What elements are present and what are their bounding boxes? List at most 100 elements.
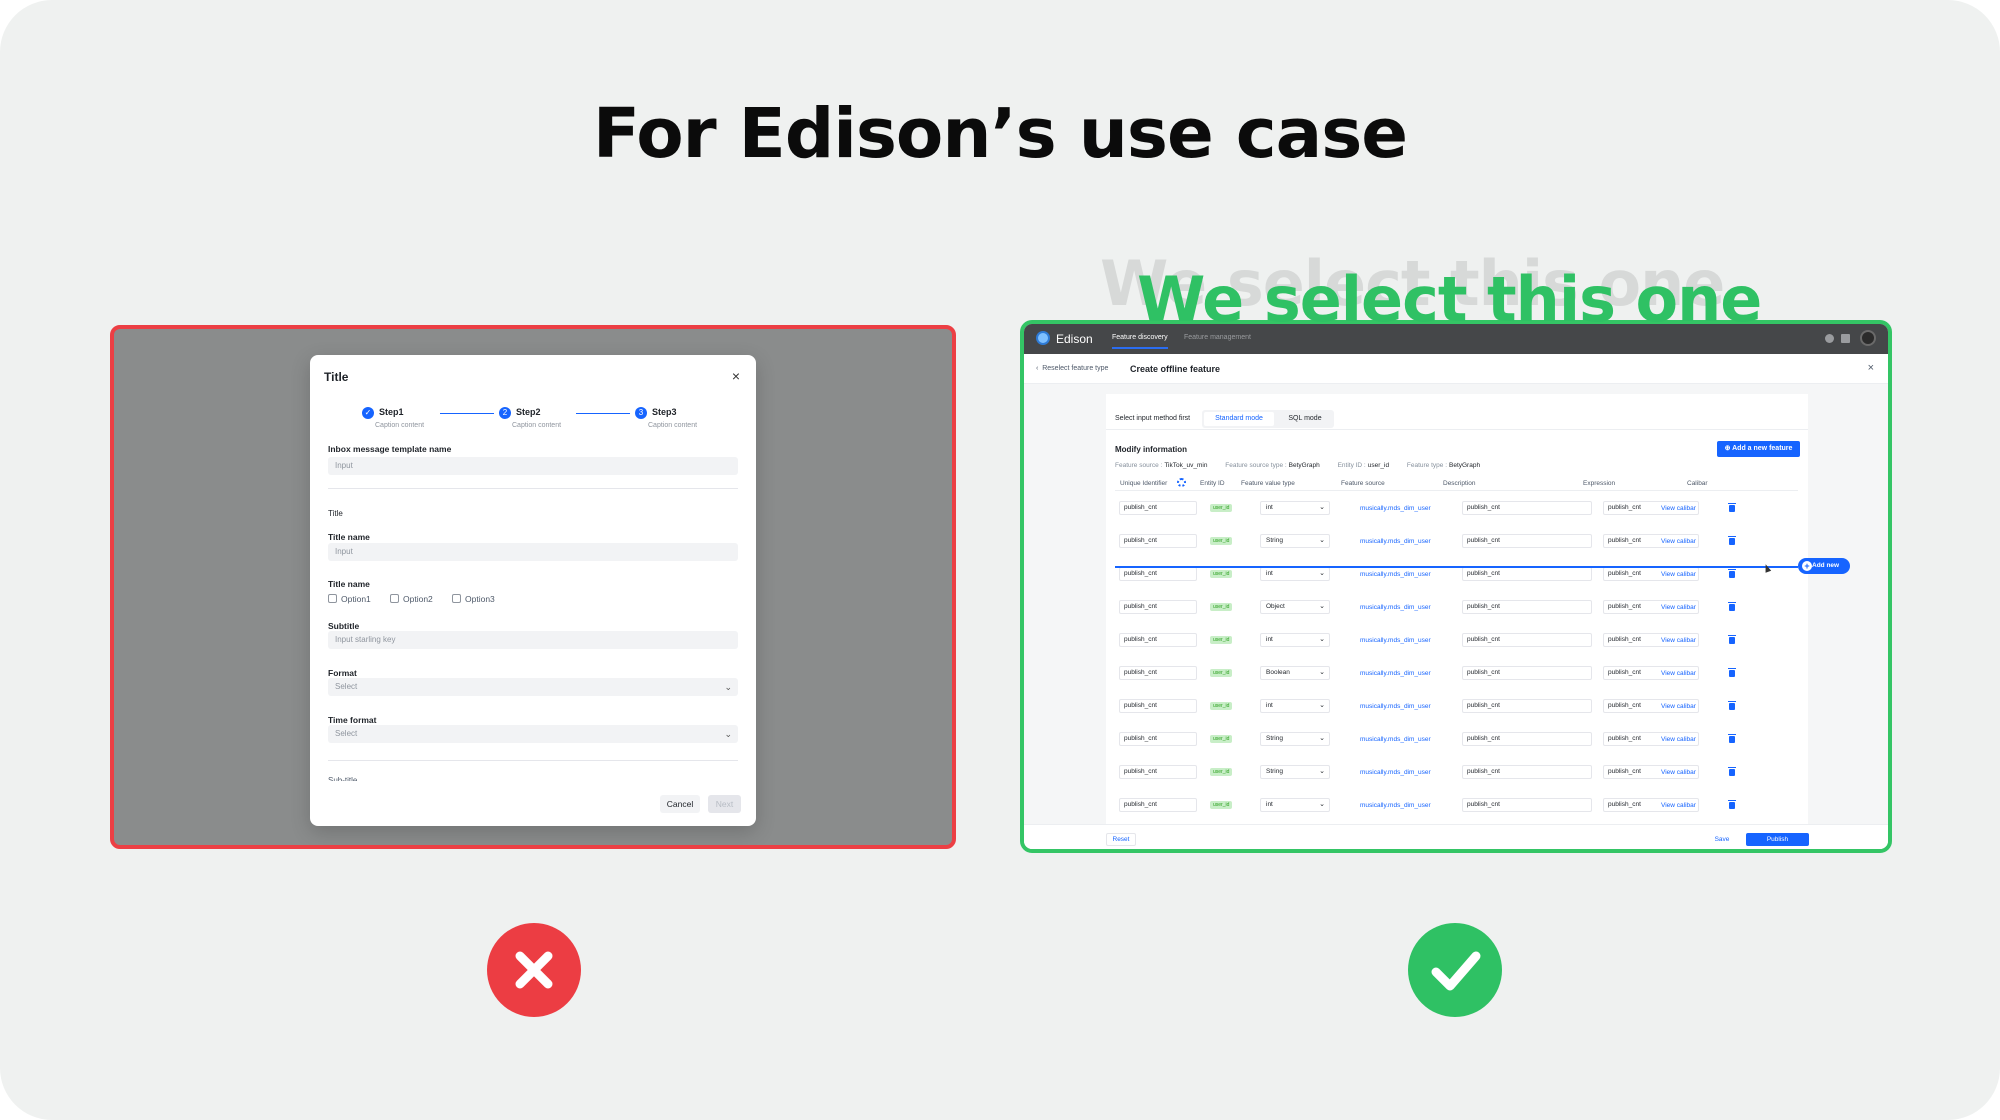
view-calibar-link[interactable]: View calibar	[1661, 736, 1696, 743]
next-button[interactable]: Next	[708, 795, 741, 813]
feature-source-link[interactable]: musically.mds_dim_user	[1360, 802, 1431, 809]
description-input[interactable]: publish_cnt	[1462, 666, 1592, 680]
identifier-input[interactable]: publish_cnt	[1119, 600, 1197, 614]
identifier-input[interactable]: publish_cnt	[1119, 501, 1197, 515]
option-checkbox[interactable]: Option1	[328, 594, 371, 604]
reset-button[interactable]: Reset	[1106, 833, 1136, 846]
description-input[interactable]: publish_cnt	[1462, 600, 1592, 614]
stepper: ✓ Step1 Caption content 2 Step2 Caption …	[362, 407, 722, 437]
identifier-input[interactable]: publish_cnt	[1119, 633, 1197, 647]
description-input[interactable]: publish_cnt	[1462, 633, 1592, 647]
delete-icon[interactable]	[1728, 602, 1736, 611]
select-value: String	[1266, 735, 1283, 742]
feature-source-link[interactable]: musically.mds_dim_user	[1360, 604, 1431, 611]
delete-icon[interactable]	[1728, 701, 1736, 710]
close-icon[interactable]: ×	[732, 368, 740, 384]
view-calibar-link[interactable]: View calibar	[1661, 538, 1696, 545]
meta-label: Entity ID :	[1337, 462, 1366, 469]
value-type-select[interactable]: int ⌄	[1260, 798, 1330, 812]
document-icon[interactable]	[1841, 334, 1850, 343]
value-type-select[interactable]: String ⌄	[1260, 534, 1330, 548]
description-input[interactable]: publish_cnt	[1462, 501, 1592, 515]
view-calibar-link[interactable]: View calibar	[1661, 670, 1696, 677]
identifier-input[interactable]: publish_cnt	[1119, 699, 1197, 713]
delete-icon[interactable]	[1728, 503, 1736, 512]
view-calibar-link[interactable]: View calibar	[1661, 505, 1696, 512]
save-button[interactable]: Save	[1709, 833, 1735, 846]
delete-icon[interactable]	[1728, 668, 1736, 677]
view-calibar-link[interactable]: View calibar	[1661, 637, 1696, 644]
identifier-input[interactable]: publish_cnt	[1119, 798, 1197, 812]
description-input[interactable]: publish_cnt	[1462, 765, 1592, 779]
time-format-select[interactable]: Select ⌄	[328, 725, 738, 743]
value-type-select[interactable]: int ⌄	[1260, 699, 1330, 713]
help-icon[interactable]	[1825, 334, 1834, 343]
value-type-select[interactable]: String ⌄	[1260, 732, 1330, 746]
select-value: int	[1266, 570, 1273, 577]
value-type-select[interactable]: int ⌄	[1260, 567, 1330, 581]
tab-sql-mode[interactable]: SQL mode	[1278, 412, 1332, 426]
delete-icon[interactable]	[1728, 767, 1736, 776]
feature-source-link[interactable]: musically.mds_dim_user	[1360, 538, 1431, 545]
back-link-label: Reselect feature type	[1042, 365, 1109, 372]
select-value: int	[1266, 504, 1273, 511]
avatar[interactable]	[1860, 330, 1876, 346]
plus-icon: +	[1802, 561, 1812, 571]
publish-button[interactable]: Publish	[1746, 833, 1809, 846]
step-label: Step2	[516, 407, 541, 417]
delete-icon[interactable]	[1728, 734, 1736, 743]
identifier-input[interactable]: publish_cnt	[1119, 567, 1197, 581]
description-input[interactable]: publish_cnt	[1462, 798, 1592, 812]
value-type-select[interactable]: int ⌄	[1260, 633, 1330, 647]
identifier-input[interactable]: publish_cnt	[1119, 765, 1197, 779]
delete-icon[interactable]	[1728, 800, 1736, 809]
subtitle-input[interactable]: Input starling key	[328, 631, 738, 649]
close-icon[interactable]: ×	[1868, 362, 1874, 374]
format-select[interactable]: Select ⌄	[328, 678, 738, 696]
check-icon: ✓	[362, 407, 374, 419]
back-link[interactable]: ‹ Reselect feature type	[1036, 365, 1108, 372]
gear-icon[interactable]	[1177, 478, 1186, 487]
chevron-down-icon: ⌄	[724, 729, 732, 739]
description-input[interactable]: publish_cnt	[1462, 699, 1592, 713]
value-type-select[interactable]: Boolean ⌄	[1260, 666, 1330, 680]
add-feature-button[interactable]: ⊕ Add a new feature	[1717, 441, 1800, 457]
entity-tag: user_id	[1210, 801, 1233, 809]
view-calibar-link[interactable]: View calibar	[1661, 769, 1696, 776]
view-calibar-link[interactable]: View calibar	[1661, 703, 1696, 710]
view-calibar-link[interactable]: View calibar	[1661, 604, 1696, 611]
identifier-input[interactable]: publish_cnt	[1119, 534, 1197, 548]
description-input[interactable]: publish_cnt	[1462, 732, 1592, 746]
view-calibar-link[interactable]: View calibar	[1661, 571, 1696, 578]
delete-icon[interactable]	[1728, 536, 1736, 545]
slide-canvas: For Edison’s use case Title × ✓ Step1 Ca…	[0, 0, 2000, 1120]
feature-source-link[interactable]: musically.mds_dim_user	[1360, 637, 1431, 644]
delete-icon[interactable]	[1728, 569, 1736, 578]
table-row: publish_cnt user_id int ⌄ musically.mds_dim_…	[1115, 629, 1798, 655]
tab-standard-mode[interactable]: Standard mode	[1204, 412, 1274, 426]
add-new-row-button[interactable]: + Add new	[1798, 558, 1850, 574]
option-checkbox[interactable]: Option3	[452, 594, 495, 604]
value-type-select[interactable]: Object ⌄	[1260, 600, 1330, 614]
identifier-input[interactable]: publish_cnt	[1119, 732, 1197, 746]
cancel-button[interactable]: Cancel	[660, 795, 700, 813]
delete-icon[interactable]	[1728, 635, 1736, 644]
value-type-select[interactable]: int ⌄	[1260, 501, 1330, 515]
table-row: publish_cnt user_id Object ⌄ musically.mds_d…	[1115, 596, 1798, 622]
identifier-input[interactable]: publish_cnt	[1119, 666, 1197, 680]
feature-source-link[interactable]: musically.mds_dim_user	[1360, 703, 1431, 710]
title-name-input[interactable]: Input	[328, 543, 738, 561]
title-name-options-label: Title name	[328, 579, 370, 589]
feature-source-link[interactable]: musically.mds_dim_user	[1360, 670, 1431, 677]
feature-source-link[interactable]: musically.mds_dim_user	[1360, 571, 1431, 578]
value-type-select[interactable]: String ⌄	[1260, 765, 1330, 779]
feature-source-link[interactable]: musically.mds_dim_user	[1360, 505, 1431, 512]
option-checkbox[interactable]: Option2	[390, 594, 433, 604]
select-value: int	[1266, 702, 1273, 709]
feature-source-link[interactable]: musically.mds_dim_user	[1360, 769, 1431, 776]
description-input[interactable]: publish_cnt	[1462, 534, 1592, 548]
feature-source-link[interactable]: musically.mds_dim_user	[1360, 736, 1431, 743]
template-name-input[interactable]: Input	[328, 457, 738, 475]
view-calibar-link[interactable]: View calibar	[1661, 802, 1696, 809]
description-input[interactable]: publish_cnt	[1462, 567, 1592, 581]
